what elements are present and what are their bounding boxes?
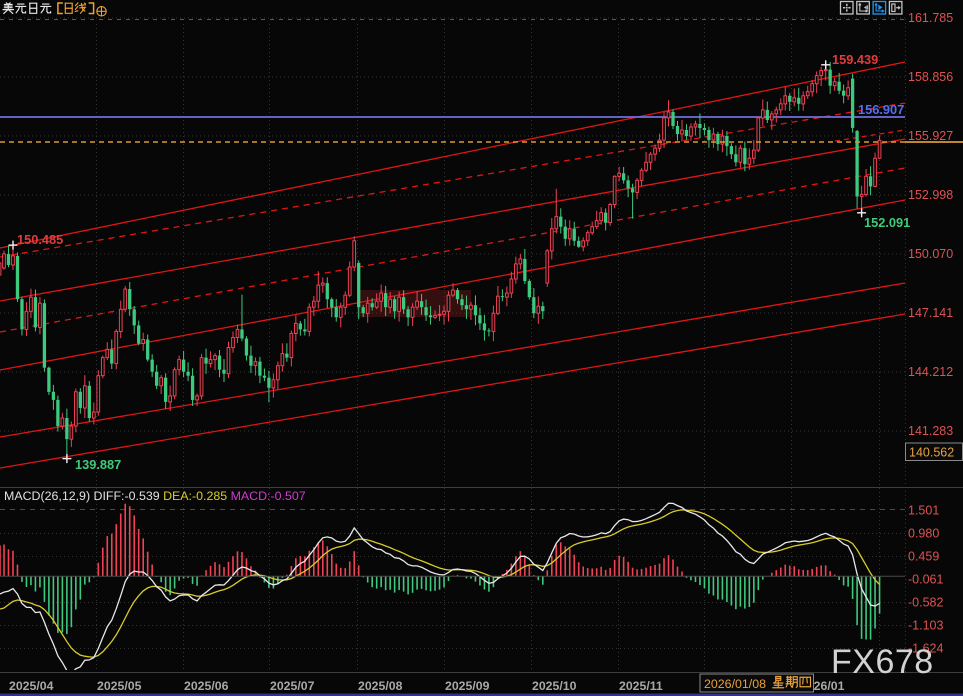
svg-text:2025/11: 2025/11 bbox=[619, 679, 663, 693]
svg-text:147.141: 147.141 bbox=[908, 306, 953, 320]
svg-text:141.283: 141.283 bbox=[908, 424, 953, 438]
svg-text:155.927: 155.927 bbox=[908, 129, 953, 143]
svg-text:158.856: 158.856 bbox=[908, 70, 953, 84]
svg-text:139.887: 139.887 bbox=[75, 457, 121, 472]
svg-text:2025/04: 2025/04 bbox=[9, 679, 54, 693]
svg-text:150.070: 150.070 bbox=[908, 247, 953, 261]
svg-text:2025/10: 2025/10 bbox=[532, 679, 577, 693]
svg-text:140.562: 140.562 bbox=[909, 446, 954, 460]
svg-text:144.212: 144.212 bbox=[908, 365, 953, 379]
svg-text:FX678: FX678 bbox=[831, 643, 934, 681]
svg-text:0.980: 0.980 bbox=[908, 527, 939, 541]
svg-text:2025/08: 2025/08 bbox=[358, 679, 403, 693]
svg-text:2025/05: 2025/05 bbox=[97, 679, 142, 693]
svg-text:150.485: 150.485 bbox=[17, 232, 63, 247]
svg-text:159.439: 159.439 bbox=[832, 52, 878, 67]
svg-text:MACD(26,12,9) DIFF:-0.539 DEA:: MACD(26,12,9) DIFF:-0.539 DEA:-0.285 MAC… bbox=[4, 489, 306, 503]
svg-text:-0.582: -0.582 bbox=[908, 596, 943, 610]
svg-text:1.501: 1.501 bbox=[908, 504, 939, 518]
svg-text:2025/07: 2025/07 bbox=[270, 679, 315, 693]
svg-text:-0.061: -0.061 bbox=[908, 573, 943, 587]
svg-text:0.459: 0.459 bbox=[908, 550, 939, 564]
svg-text:2025/09: 2025/09 bbox=[445, 679, 490, 693]
svg-text:-1.103: -1.103 bbox=[908, 619, 943, 633]
svg-text:2026/01/08: 2026/01/08 bbox=[704, 677, 766, 691]
svg-text:156.907: 156.907 bbox=[858, 102, 904, 117]
svg-text:2025/06: 2025/06 bbox=[184, 679, 229, 693]
svg-text:152.998: 152.998 bbox=[908, 188, 953, 202]
svg-text:161.785: 161.785 bbox=[908, 11, 953, 25]
svg-text:152.091: 152.091 bbox=[864, 215, 910, 230]
